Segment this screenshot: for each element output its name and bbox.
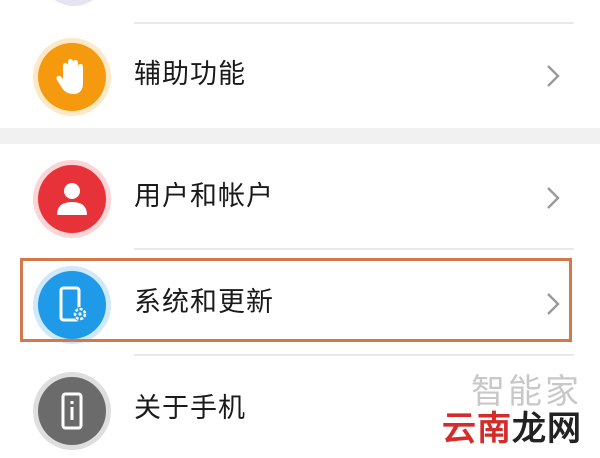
phone-settings-icon	[38, 271, 106, 339]
settings-item-label: 用户和帐户	[134, 181, 274, 212]
section-separator	[0, 128, 600, 144]
user-icon	[38, 165, 106, 233]
watermark-dark-text: 龙网	[512, 409, 582, 449]
watermark-red-text: 云南	[442, 409, 512, 449]
phone-info-icon	[38, 377, 106, 445]
chevron-right-icon	[547, 187, 560, 209]
watermark: 智能家 云南龙网	[442, 374, 582, 448]
previous-item-icon	[40, 0, 108, 6]
settings-item-users[interactable]: 用户和帐户	[0, 144, 600, 250]
settings-item-accessibility[interactable]: 辅助功能	[0, 22, 600, 128]
settings-item-system[interactable]: 系统和更新	[0, 250, 600, 356]
settings-screen: 辅助功能 用户和帐户 系统和更新 关于手机 智能家 云南龙网	[0, 0, 600, 458]
settings-item-label: 系统和更新	[134, 287, 274, 318]
chevron-right-icon	[547, 293, 560, 315]
watermark-line2: 云南龙网	[442, 410, 582, 448]
chevron-right-icon	[547, 65, 560, 87]
settings-item-label: 辅助功能	[134, 59, 246, 90]
hand-icon	[38, 43, 106, 111]
settings-item-label: 关于手机	[134, 393, 246, 424]
watermark-line1: 智能家	[471, 372, 582, 412]
